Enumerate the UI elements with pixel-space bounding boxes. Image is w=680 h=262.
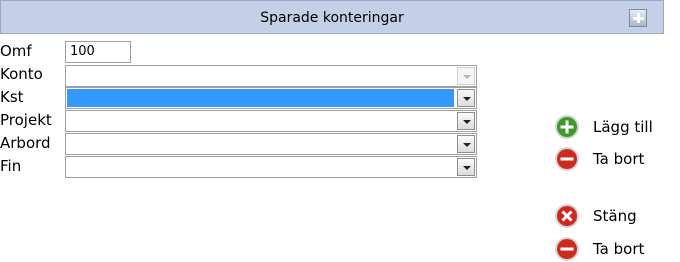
kst-select-value [67,89,454,107]
add-row-button[interactable]: Lägg till [554,114,664,140]
chevron-down-icon[interactable] [457,67,475,85]
close-circle-icon [555,204,579,228]
konto-select[interactable] [65,65,477,87]
fin-select-value [67,158,454,176]
arbord-label: Arbord [0,134,51,152]
remove-row-button[interactable]: Ta bort [554,146,664,172]
projekt-select[interactable] [65,110,477,132]
remove-row-label: Ta bort [593,150,645,168]
omf-input[interactable]: 100 [65,41,131,63]
add-row-label: Lägg till [593,118,653,136]
fin-select[interactable] [65,156,477,178]
close-button[interactable]: Stäng [554,203,664,229]
delete-label: Ta bort [593,240,645,258]
plus-circle-icon [555,115,579,139]
omf-label: Omf [0,42,32,60]
kst-label: Kst [0,88,24,106]
minus-circle-icon [555,147,579,171]
close-label: Stäng [593,207,637,225]
title-bar: Sparade konteringar [0,0,664,34]
plus-square-icon [633,13,644,23]
projekt-label: Projekt [0,111,52,129]
chevron-down-icon[interactable] [457,135,475,153]
projekt-select-value [67,112,454,130]
add-button[interactable] [629,9,647,27]
delete-button[interactable]: Ta bort [554,236,664,262]
chevron-down-icon[interactable] [457,158,475,176]
arbord-select[interactable] [65,133,477,155]
fin-label: Fin [0,157,22,175]
chevron-down-icon[interactable] [457,89,475,107]
panel-title: Sparade konteringar [260,10,404,26]
minus-circle-icon [555,237,579,261]
kst-select[interactable] [65,87,477,109]
arbord-select-value [67,135,454,153]
konto-label: Konto [0,65,43,83]
konto-select-value [67,67,454,85]
chevron-down-icon[interactable] [457,112,475,130]
